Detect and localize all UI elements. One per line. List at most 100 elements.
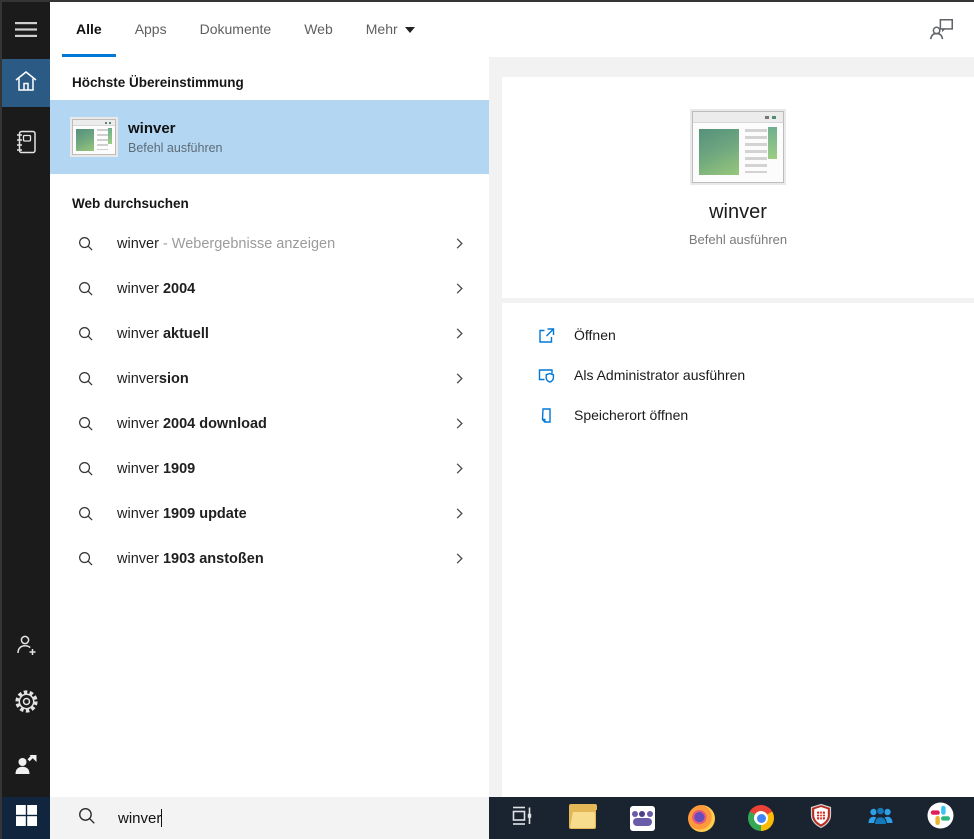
person-feedback-icon	[928, 19, 956, 48]
tab-web[interactable]: Web	[290, 2, 347, 57]
action-label: Öffnen	[574, 327, 616, 343]
slack-button[interactable]	[912, 797, 968, 839]
suggestion-text: winver	[117, 280, 163, 297]
search-icon	[77, 505, 94, 522]
action-open-file-location[interactable]: Speicherort öffnen	[537, 395, 974, 435]
file-explorer-button[interactable]	[554, 797, 610, 839]
chevron-right-icon[interactable]	[452, 461, 467, 476]
suggestion-text: winver	[117, 235, 159, 252]
search-icon	[77, 280, 94, 297]
feedback-button[interactable]	[928, 16, 956, 44]
hamburger-icon	[15, 21, 37, 43]
winver-app-icon-large	[692, 111, 784, 183]
section-header-top-match: Höchste Übereinstimmung	[72, 75, 244, 90]
add-user-icon	[13, 632, 39, 663]
task-view-button[interactable]	[495, 797, 551, 839]
journal-icon	[14, 129, 39, 160]
file-explorer-icon	[568, 804, 597, 829]
web-suggestion[interactable]: winver 1903 anstoßen	[50, 536, 489, 581]
tab-label: Web	[304, 21, 333, 37]
start-button[interactable]	[2, 797, 50, 839]
settings-gear-icon	[13, 688, 40, 720]
action-label: Speicherort öffnen	[574, 407, 689, 423]
taskbar	[489, 797, 974, 839]
web-suggestion[interactable]: winver 2004	[50, 266, 489, 311]
action-run-as-administrator[interactable]: Als Administrator ausführen	[537, 355, 974, 395]
web-suggestion[interactable]: winver 2004 download	[50, 401, 489, 446]
suggestion-text: winver	[117, 415, 163, 432]
search-icon	[77, 370, 94, 387]
chevron-right-icon[interactable]	[452, 506, 467, 521]
chrome-button[interactable]	[733, 797, 789, 839]
text-caret	[161, 809, 163, 827]
app-subtitle: Befehl ausführen	[688, 232, 788, 247]
open-icon	[537, 326, 556, 345]
tab-apps[interactable]: Apps	[121, 2, 181, 57]
search-query-text: winver	[118, 809, 162, 827]
sidebar-item-home[interactable]	[2, 59, 50, 107]
chevron-right-icon[interactable]	[452, 416, 467, 431]
top-match-result[interactable]: winver Befehl ausführen	[50, 100, 489, 174]
search-icon	[77, 415, 94, 432]
search-icon	[77, 235, 94, 252]
web-suggestion[interactable]: winversion	[50, 356, 489, 401]
search-flyout-window: Alle Apps Dokumente Web Mehr Höchste Übe…	[0, 0, 974, 839]
section-header-web: Web durchsuchen	[72, 196, 189, 211]
tab-mehr[interactable]: Mehr	[352, 2, 429, 57]
web-suggestion[interactable]: winver 1909 update	[50, 491, 489, 536]
contacts-people-icon	[867, 803, 894, 834]
open-file-location-icon	[537, 406, 556, 425]
task-view-icon	[510, 804, 535, 833]
firefox-icon	[688, 804, 716, 832]
chevron-right-icon[interactable]	[452, 326, 467, 341]
windows-logo-icon	[15, 805, 37, 831]
filter-tabbar: Alle Apps Dokumente Web Mehr	[50, 2, 974, 57]
chevron-right-icon[interactable]	[452, 281, 467, 296]
sidebar-item-feedback[interactable]	[2, 743, 50, 791]
action-open[interactable]: Öffnen	[537, 315, 974, 355]
search-icon	[77, 325, 94, 342]
winver-app-icon	[72, 119, 116, 155]
home-icon	[13, 68, 39, 99]
chevron-right-icon[interactable]	[452, 551, 467, 566]
web-suggestion[interactable]: winver - Webergebnisse anzeigen	[50, 221, 489, 266]
web-suggestion[interactable]: winver aktuell	[50, 311, 489, 356]
chevron-right-icon[interactable]	[452, 371, 467, 386]
contacts-app-button[interactable]	[853, 797, 909, 839]
firefox-button[interactable]	[674, 797, 730, 839]
teams-icon	[629, 805, 655, 831]
search-icon	[77, 460, 94, 477]
person-arrow-icon	[13, 752, 39, 783]
tab-alle[interactable]: Alle	[62, 2, 116, 57]
tab-dokumente[interactable]: Dokumente	[186, 2, 286, 57]
sidebar-item-journal[interactable]	[2, 120, 50, 168]
chrome-icon	[748, 805, 775, 831]
tab-label: Apps	[134, 21, 167, 37]
chevron-right-icon[interactable]	[452, 236, 467, 251]
security-shield-icon	[808, 803, 834, 834]
suggestion-text: winver	[117, 460, 163, 477]
menu-button[interactable]	[2, 8, 50, 56]
security-app-button[interactable]	[793, 797, 849, 839]
results-panel: Höchste Übereinstimmung winver Befehl au…	[50, 57, 489, 797]
suggestion-text: winver	[117, 325, 163, 342]
web-suggestion-list: winver - Webergebnisse anzeigen winver 2…	[50, 221, 489, 581]
search-icon	[77, 550, 94, 567]
app-preview-card: winver Befehl ausführen	[502, 77, 974, 298]
result-title: winver	[128, 119, 176, 137]
app-actions-card: Öffnen Als Administrator ausführen Speic…	[502, 303, 974, 797]
run-as-administrator-icon	[537, 366, 556, 385]
sidebar-item-add-account[interactable]	[2, 623, 50, 671]
sidebar	[2, 2, 50, 797]
suggestion-text: winver	[117, 370, 159, 387]
tab-label: Alle	[76, 21, 102, 37]
web-suggestion[interactable]: winver 1909	[50, 446, 489, 491]
search-icon	[77, 806, 96, 830]
chevron-down-icon	[404, 27, 415, 34]
taskbar-search-input[interactable]: winver	[50, 797, 489, 839]
slack-icon	[927, 802, 954, 834]
result-subtitle: Befehl ausführen	[128, 140, 223, 155]
tab-label: Mehr	[365, 21, 398, 37]
teams-button[interactable]	[614, 797, 670, 839]
sidebar-item-settings[interactable]	[2, 680, 50, 728]
